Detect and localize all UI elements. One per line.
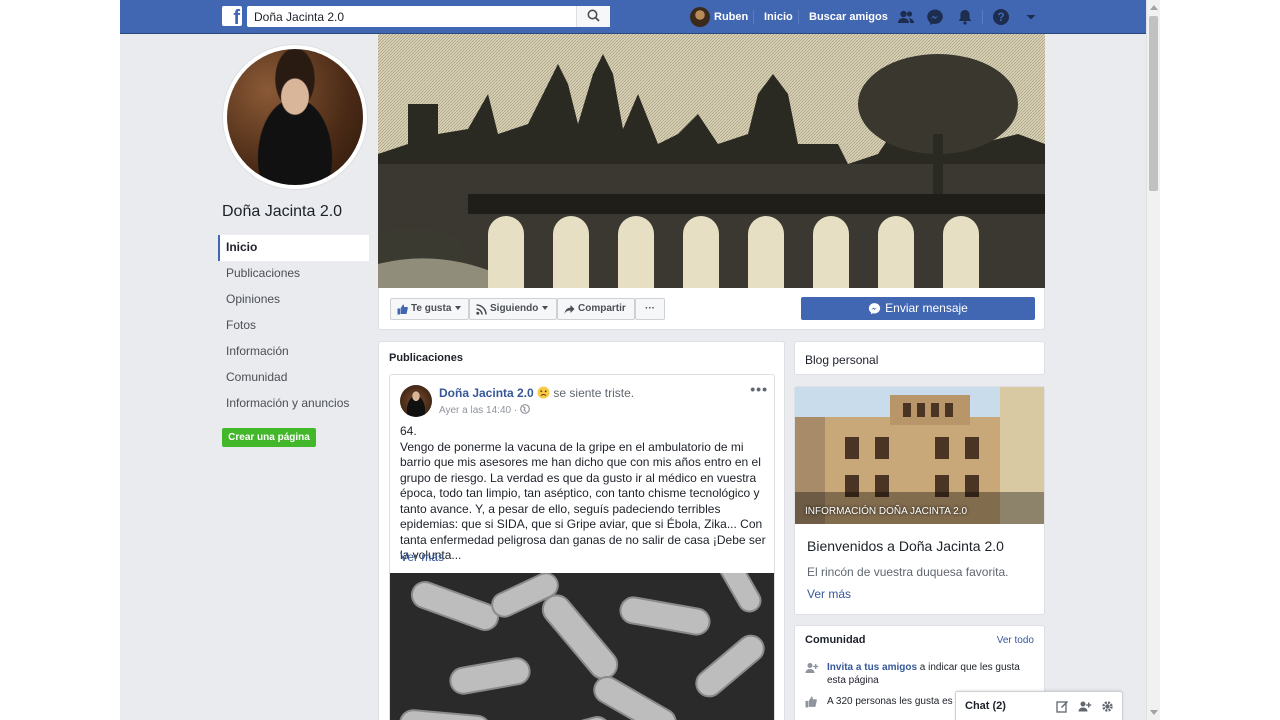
community-see-all-link[interactable]: Ver todo	[997, 635, 1034, 646]
cover-photo[interactable]	[378, 34, 1045, 288]
profile-picture[interactable]	[222, 44, 368, 190]
globe-public-icon	[520, 404, 530, 414]
account-menu-chevron-down-icon[interactable]	[1022, 8, 1040, 26]
post-author-avatar[interactable]	[400, 385, 432, 417]
nav-divider	[798, 10, 799, 24]
post-options-icon[interactable]: •••	[750, 381, 768, 397]
chat-bar[interactable]: Chat (2)	[955, 691, 1123, 720]
home-link[interactable]: Inicio	[764, 0, 793, 34]
help-icon[interactable]: ?	[992, 8, 1010, 26]
share-button[interactable]: Compartir	[557, 298, 635, 320]
nav-divider	[982, 10, 983, 24]
send-message-button[interactable]: Enviar mensaje	[801, 297, 1035, 320]
info-card-subtitle: El rincón de vuestra duquesa favorita.	[807, 565, 1009, 579]
share-arrow-icon	[564, 305, 575, 314]
scrollbar[interactable]	[1146, 0, 1160, 720]
gear-icon[interactable]	[1101, 700, 1114, 713]
left-nav-item-photos[interactable]: Fotos	[218, 313, 369, 339]
messenger-icon[interactable]	[926, 8, 944, 26]
info-card-image[interactable]: INFORMACIÓN DOÑA JACINTA 2.0	[795, 387, 1044, 524]
more-options-button[interactable]: ···	[635, 298, 665, 320]
bacteria-micrograph-image	[390, 573, 774, 720]
thumbs-up-icon	[397, 304, 408, 315]
info-card-caption: INFORMACIÓN DOÑA JACINTA 2.0	[805, 506, 968, 517]
find-friends-link[interactable]: Buscar amigos	[809, 0, 888, 34]
new-message-icon[interactable]	[1056, 700, 1069, 713]
see-more-link[interactable]: Ver más	[400, 550, 444, 564]
page-info-card: INFORMACIÓN DOÑA JACINTA 2.0 Bienvenidos…	[794, 386, 1045, 615]
left-nav-item-community[interactable]: Comunidad	[218, 365, 369, 391]
post-body-text: 64. Vengo de ponerme la vacuna de la gri…	[400, 424, 766, 562]
search-button[interactable]	[576, 6, 610, 27]
post-author-name[interactable]: Doña Jacinta 2.0	[439, 386, 534, 400]
scrollbar-thumb[interactable]	[1149, 16, 1158, 191]
left-nav-item-home[interactable]: Inicio	[218, 235, 369, 261]
info-card-see-more-link[interactable]: Ver más	[807, 587, 851, 601]
cover-engraving-image	[378, 34, 1045, 288]
posts-section-title[interactable]: Publicaciones	[389, 352, 463, 364]
messenger-icon	[869, 303, 881, 315]
left-nav-item-info-ads[interactable]: Información y anuncios	[218, 391, 369, 417]
nav-divider	[753, 10, 754, 24]
left-nav-item-posts[interactable]: Publicaciones	[218, 261, 369, 287]
info-card-title[interactable]: Bienvenidos a Doña Jacinta 2.0	[807, 538, 1004, 554]
facebook-logo-icon[interactable]: f	[222, 6, 242, 28]
blog-section-title[interactable]: Blog personal	[805, 353, 878, 367]
top-bar: f Ruben Inicio Buscar amigos ?	[120, 0, 1146, 34]
invite-friends-link[interactable]: Invita a tus amigos	[827, 662, 917, 673]
following-chevron-down-icon	[542, 306, 549, 310]
post-feeling: se siente triste.	[553, 386, 635, 400]
search-icon	[587, 9, 600, 22]
page-title[interactable]: Doña Jacinta 2.0	[222, 203, 342, 221]
chat-label: Chat (2)	[965, 700, 1006, 712]
community-title[interactable]: Comunidad	[805, 634, 866, 646]
create-group-icon[interactable]	[1078, 700, 1092, 713]
blog-section-header: Blog personal	[794, 341, 1045, 375]
posts-section: Publicaciones Doña Jacinta 2.0 se siente…	[378, 341, 785, 720]
user-name-link[interactable]: Ruben	[714, 0, 748, 34]
palace-building-image	[795, 387, 1044, 524]
user-avatar[interactable]	[690, 7, 710, 27]
thumbs-up-icon	[805, 696, 817, 708]
create-page-button[interactable]: Crear una página	[222, 428, 316, 447]
friend-requests-icon[interactable]	[897, 8, 915, 26]
scroll-up-icon[interactable]	[1150, 5, 1158, 10]
like-button[interactable]: Te gusta	[390, 298, 469, 320]
search-input[interactable]	[247, 6, 610, 27]
invite-friends-icon	[805, 663, 819, 673]
following-button[interactable]: Siguiendo	[469, 298, 557, 320]
like-chevron-down-icon	[455, 306, 462, 310]
left-navigation: Inicio Publicaciones Opiniones Fotos Inf…	[218, 235, 369, 417]
notifications-icon[interactable]	[956, 8, 974, 26]
scroll-down-icon[interactable]	[1150, 710, 1158, 715]
post-timestamp[interactable]: Ayer a las 14:40 ·	[439, 404, 530, 416]
post-image[interactable]	[390, 573, 774, 720]
post-author-line: Doña Jacinta 2.0 se siente triste.	[439, 386, 634, 400]
left-nav-item-reviews[interactable]: Opiniones	[218, 287, 369, 313]
page-action-bar: Te gusta Siguiendo Compartir ··· Enviar …	[378, 288, 1045, 330]
sad-face-emoji-icon	[537, 386, 550, 399]
post-card: Doña Jacinta 2.0 se siente triste. Ayer …	[389, 374, 775, 720]
left-nav-item-about[interactable]: Información	[218, 339, 369, 365]
rss-follow-icon	[476, 304, 487, 315]
svg-text:?: ?	[997, 10, 1004, 24]
